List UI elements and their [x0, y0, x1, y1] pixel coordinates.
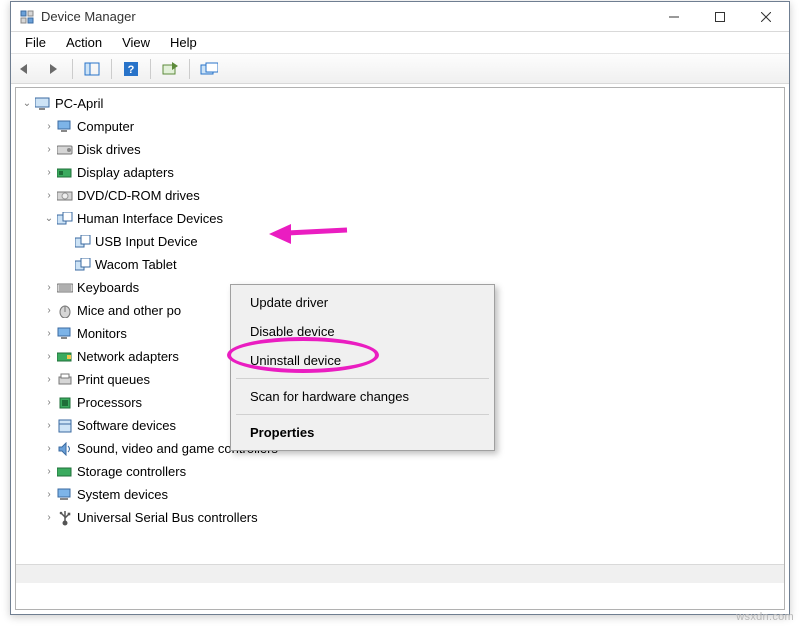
expand-icon[interactable]: ›: [42, 489, 56, 500]
menu-file[interactable]: File: [15, 33, 56, 52]
tree-node-system[interactable]: › System devices: [16, 483, 784, 506]
forward-button[interactable]: [41, 57, 65, 81]
expand-icon[interactable]: ›: [42, 351, 56, 362]
tree-node-label: DVD/CD-ROM drives: [77, 188, 200, 203]
toolbar-separator: [111, 59, 112, 79]
expand-icon[interactable]: ›: [42, 420, 56, 431]
titlebar: Device Manager: [11, 2, 789, 32]
menu-help[interactable]: Help: [160, 33, 207, 52]
toolbar: ?: [11, 54, 789, 84]
menubar: File Action View Help: [11, 32, 789, 54]
tree-node-label: Monitors: [77, 326, 127, 341]
network-icon: [56, 349, 74, 365]
menu-action[interactable]: Action: [56, 33, 112, 52]
tree-node-computer[interactable]: › Computer: [16, 115, 784, 138]
ctx-disable-device[interactable]: Disable device: [234, 317, 491, 346]
expand-icon[interactable]: ›: [42, 190, 56, 201]
ctx-separator: [236, 414, 489, 415]
window-title: Device Manager: [41, 9, 136, 24]
tree-node-label: Print queues: [77, 372, 150, 387]
tree-node-label: Computer: [77, 119, 134, 134]
tree-node-label: System devices: [77, 487, 168, 502]
expand-icon[interactable]: ›: [42, 374, 56, 385]
svg-text:?: ?: [128, 64, 135, 76]
maximize-button[interactable]: [697, 2, 743, 32]
collapse-icon[interactable]: ⌄: [42, 213, 56, 224]
tree-node-label: Human Interface Devices: [77, 211, 223, 226]
tree-node-usb-input-device[interactable]: USB Input Device: [16, 230, 784, 253]
ctx-update-driver[interactable]: Update driver: [234, 288, 491, 317]
cpu-icon: [56, 395, 74, 411]
tree-node-display-adapters[interactable]: › Display adapters: [16, 161, 784, 184]
tree-node-label: Universal Serial Bus controllers: [77, 510, 258, 525]
ctx-separator: [236, 378, 489, 379]
tree-node-wacom-tablet[interactable]: Wacom Tablet: [16, 253, 784, 276]
expand-icon[interactable]: ›: [42, 443, 56, 454]
tree-node-label: Processors: [77, 395, 142, 410]
tree-node-label: Storage controllers: [77, 464, 186, 479]
show-hide-tree-button[interactable]: [80, 57, 104, 81]
tree-node-label: Wacom Tablet: [95, 257, 177, 272]
expand-icon[interactable]: ›: [42, 167, 56, 178]
help-button[interactable]: ?: [119, 57, 143, 81]
disk-icon: [56, 142, 74, 158]
printer-icon: [56, 372, 74, 388]
minimize-button[interactable]: [651, 2, 697, 32]
tree-node-label: Keyboards: [77, 280, 139, 295]
usb-icon: [56, 510, 74, 526]
ctx-uninstall-device[interactable]: Uninstall device: [234, 346, 491, 375]
properties-toolbar-button[interactable]: [197, 57, 221, 81]
software-icon: [56, 418, 74, 434]
hid-icon: [74, 257, 92, 273]
tree-node-hid[interactable]: ⌄ Human Interface Devices: [16, 207, 784, 230]
tree-node-label: Network adapters: [77, 349, 179, 364]
monitor-icon: [56, 326, 74, 342]
toolbar-separator: [189, 59, 190, 79]
display-adapter-icon: [56, 165, 74, 181]
tree-node-label: Disk drives: [77, 142, 141, 157]
keyboard-icon: [56, 280, 74, 296]
app-icon: [19, 9, 35, 25]
tree-node-label: Display adapters: [77, 165, 174, 180]
expand-icon[interactable]: ›: [42, 397, 56, 408]
tree-node-label: USB Input Device: [95, 234, 198, 249]
expand-icon[interactable]: ›: [42, 466, 56, 477]
window-controls: [651, 2, 789, 32]
storage-icon: [56, 464, 74, 480]
device-manager-window: Device Manager File Action View Help: [10, 1, 790, 615]
menu-view[interactable]: View: [112, 33, 160, 52]
toolbar-separator: [150, 59, 151, 79]
collapse-icon[interactable]: ⌄: [20, 98, 34, 109]
expand-icon[interactable]: ›: [42, 512, 56, 523]
expand-icon[interactable]: ›: [42, 305, 56, 316]
expand-icon[interactable]: ›: [42, 328, 56, 339]
mouse-icon: [56, 303, 74, 319]
scan-hardware-button[interactable]: [158, 57, 182, 81]
tree-node-usb-controllers[interactable]: › Universal Serial Bus controllers: [16, 506, 784, 529]
expand-icon[interactable]: ›: [42, 121, 56, 132]
expand-icon[interactable]: ›: [42, 144, 56, 155]
ctx-scan-hardware[interactable]: Scan for hardware changes: [234, 382, 491, 411]
tree-node-storage[interactable]: › Storage controllers: [16, 460, 784, 483]
watermark: wsxdn.com: [736, 611, 794, 623]
hid-icon: [56, 211, 74, 227]
back-button[interactable]: [13, 57, 37, 81]
cdrom-icon: [56, 188, 74, 204]
tree-root[interactable]: ⌄ PC-April: [16, 92, 784, 115]
context-menu: Update driver Disable device Uninstall d…: [230, 284, 495, 451]
tree-node-label: Mice and other po: [77, 303, 181, 318]
toolbar-separator: [72, 59, 73, 79]
tree-node-disk-drives[interactable]: › Disk drives: [16, 138, 784, 161]
monitor-icon: [56, 119, 74, 135]
ctx-properties[interactable]: Properties: [234, 418, 491, 447]
system-icon: [56, 487, 74, 503]
tree-node-dvd-cdrom[interactable]: › DVD/CD-ROM drives: [16, 184, 784, 207]
tree-node-label: Software devices: [77, 418, 176, 433]
close-button[interactable]: [743, 2, 789, 32]
computer-icon: [34, 96, 52, 112]
expand-icon[interactable]: ›: [42, 282, 56, 293]
hid-icon: [74, 234, 92, 250]
tree-root-label: PC-April: [55, 96, 103, 111]
sound-icon: [56, 441, 74, 457]
